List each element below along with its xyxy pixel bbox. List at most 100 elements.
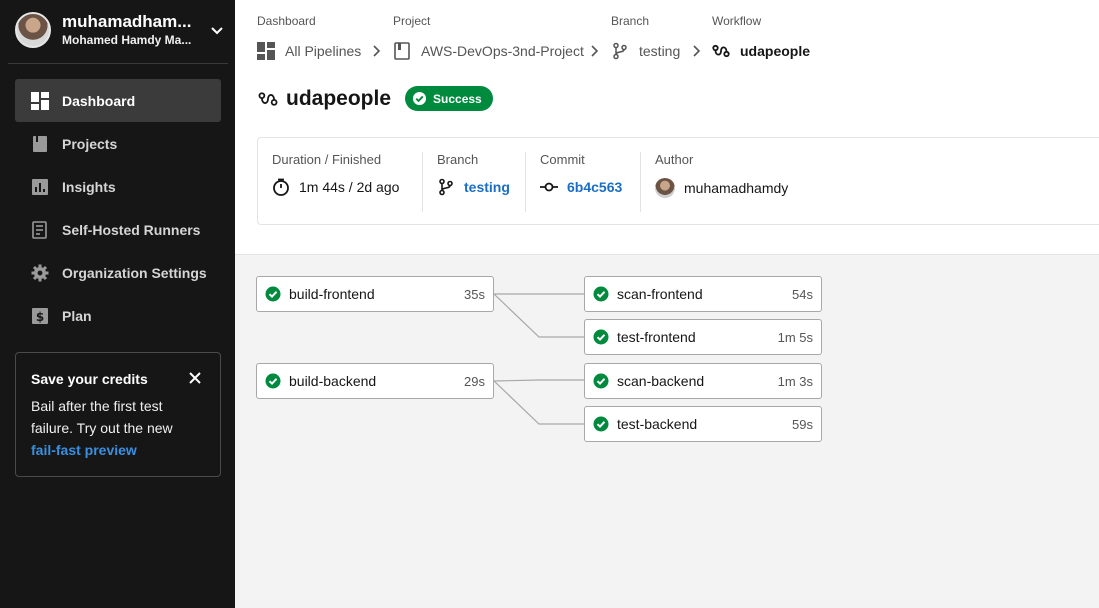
sidebar-item-label: Dashboard: [62, 92, 136, 109]
sidebar-nav: Dashboard Projects Insights Self-Hosted …: [15, 79, 221, 337]
meta-label: Branch: [437, 152, 479, 167]
breadcrumb-label: Workflow: [712, 14, 762, 28]
job-name: scan-backend: [617, 373, 705, 389]
job-build-frontend[interactable]: build-frontend 35s: [256, 276, 494, 312]
job-duration: 59s: [792, 416, 813, 432]
sidebar-item-self-hosted-runners[interactable]: Self-Hosted Runners: [15, 208, 221, 251]
meta-author-value: muhamadhamdy: [684, 180, 789, 196]
page-title: udapeople: [286, 86, 392, 110]
sidebar-item-label: Self-Hosted Runners: [62, 221, 201, 238]
breadcrumb-dashboard: Dashboard All Pipelines: [257, 14, 361, 61]
meta-label: Duration / Finished: [272, 152, 382, 167]
status-badge: Success: [405, 86, 493, 111]
workflow-meta: Duration / Finished 1m 44s / 2d ago Bran…: [257, 137, 1099, 225]
sidebar: muhamadham... Mohamed Hamdy Ma... Dashbo…: [0, 0, 235, 608]
avatar: [15, 12, 51, 48]
svg-text:$: $: [36, 310, 44, 324]
job-duration: 1m 5s: [777, 329, 813, 345]
meta-commit: Commit 6b4c563: [525, 152, 640, 212]
dashboard-icon: [31, 91, 49, 110]
job-build-backend[interactable]: build-backend 29s: [256, 363, 494, 399]
sidebar-item-label: Plan: [62, 307, 92, 324]
job-name: test-frontend: [617, 329, 696, 345]
job-test-backend[interactable]: test-backend 59s: [584, 406, 822, 442]
sidebar-item-organization-settings[interactable]: Organization Settings: [15, 251, 221, 294]
sidebar-item-projects[interactable]: Projects: [15, 122, 221, 165]
meta-branch: Branch testing: [422, 152, 525, 212]
chevron-right-icon: [693, 45, 701, 57]
job-name: scan-frontend: [617, 286, 703, 302]
job-duration: 35s: [464, 286, 485, 302]
sidebar-divider: [8, 63, 228, 64]
breadcrumb-value: udapeople: [740, 43, 811, 59]
workflow-title-row: udapeople Success: [258, 86, 493, 111]
chevron-right-icon: [373, 45, 381, 57]
breadcrumb-link-project[interactable]: AWS-DevOps-3nd-Project: [393, 41, 584, 61]
projects-icon: [33, 135, 47, 152]
meta-label: Author: [655, 152, 694, 167]
job-test-frontend[interactable]: test-frontend 1m 5s: [584, 319, 822, 355]
meta-branch-link[interactable]: testing: [464, 179, 510, 195]
check-circle-icon: [593, 286, 609, 302]
breadcrumb-label: Dashboard: [257, 14, 316, 28]
meta-duration-value: 1m 44s / 2d ago: [299, 179, 400, 195]
close-icon[interactable]: [188, 371, 202, 385]
sidebar-item-plan[interactable]: $ Plan: [15, 294, 221, 337]
workflow-graph: build-frontend 35s scan-frontend 54s tes…: [235, 256, 1099, 608]
insights-icon: [32, 178, 48, 195]
job-duration: 54s: [792, 286, 813, 302]
dashboard-icon: [257, 42, 275, 60]
check-circle-icon: [593, 373, 609, 389]
sidebar-item-dashboard[interactable]: Dashboard: [15, 79, 221, 122]
promo-body: Bail after the first test failure. Try o…: [31, 398, 173, 436]
breadcrumb-link-branch[interactable]: testing: [611, 41, 680, 61]
check-circle-icon: [412, 91, 427, 106]
breadcrumb-label: Branch: [611, 14, 650, 28]
username: muhamadham...: [62, 12, 192, 31]
breadcrumb-value: All Pipelines: [285, 43, 362, 59]
runners-icon: [32, 220, 47, 239]
promo-link[interactable]: fail-fast preview: [31, 439, 205, 461]
chevron-right-icon: [591, 45, 599, 57]
job-scan-backend[interactable]: scan-backend 1m 3s: [584, 363, 822, 399]
meta-commit-link[interactable]: 6b4c563: [567, 179, 622, 195]
user-full-name: Mohamed Hamdy Ma...: [62, 33, 192, 47]
job-name: build-backend: [289, 373, 377, 389]
projects-icon: [394, 42, 410, 60]
user-menu[interactable]: muhamadham... Mohamed Hamdy Ma...: [15, 10, 227, 50]
job-name: test-backend: [617, 416, 698, 432]
check-circle-icon: [265, 373, 281, 389]
breadcrumb-label: Project: [393, 14, 431, 28]
check-circle-icon: [593, 329, 609, 345]
check-circle-icon: [593, 416, 609, 432]
dollar-icon: $: [32, 307, 48, 324]
chevron-down-icon[interactable]: [209, 22, 225, 38]
promo-card: Save your credits Bail after the first t…: [15, 352, 221, 477]
meta-author: Author muhamadhamdy: [640, 152, 800, 212]
job-duration: 29s: [464, 373, 485, 389]
timer-icon: [273, 178, 289, 196]
workflow-icon: [258, 91, 278, 106]
job-name: build-frontend: [289, 286, 375, 302]
branch-icon: [613, 42, 627, 60]
meta-label: Commit: [540, 152, 585, 167]
meta-duration: Duration / Finished 1m 44s / 2d ago: [258, 152, 423, 212]
avatar: [655, 178, 675, 198]
breadcrumb-link-all-pipelines[interactable]: All Pipelines: [257, 41, 361, 61]
breadcrumb-current-workflow: udapeople: [712, 41, 810, 61]
sidebar-item-label: Organization Settings: [62, 264, 207, 281]
workflow-header: Dashboard All Pipelines Project AWS-DevO…: [235, 0, 1099, 255]
check-circle-icon: [265, 286, 281, 302]
job-duration: 1m 3s: [777, 373, 813, 389]
branch-icon: [439, 178, 453, 196]
sidebar-item-label: Projects: [62, 135, 118, 152]
breadcrumb-value: testing: [639, 43, 681, 59]
workflow-icon: [712, 44, 730, 58]
breadcrumb-workflow: Workflow udapeople: [712, 14, 810, 61]
job-scan-frontend[interactable]: scan-frontend 54s: [584, 276, 822, 312]
breadcrumb-branch: Branch testing: [611, 14, 680, 61]
sidebar-item-insights[interactable]: Insights: [15, 165, 221, 208]
gear-icon: [31, 264, 49, 281]
breadcrumb-project: Project AWS-DevOps-3nd-Project: [393, 14, 584, 61]
status-badge-label: Success: [433, 91, 482, 106]
